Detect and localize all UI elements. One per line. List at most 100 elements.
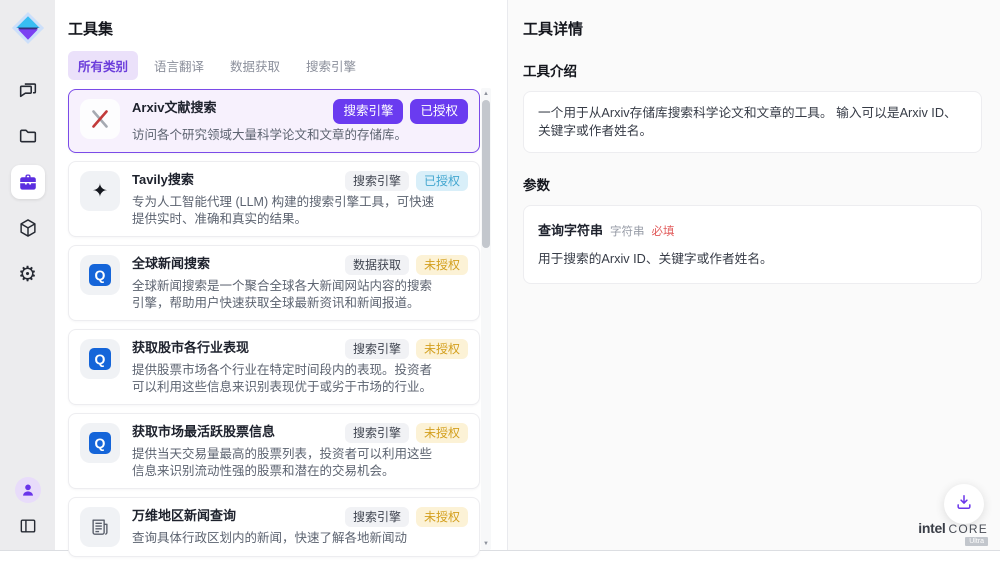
tool-card-list: Arxiv文献搜索搜索引擎已授权访问各个研究领域大量科学论文和文章的存储库。✦T… <box>68 89 480 557</box>
app-window: ⚙ 工具集 所有类别语言翻译数据获取搜索引擎 Arxiv文献搜索搜索引擎已授权访… <box>0 0 1000 551</box>
tools-panel-title: 工具集 <box>68 18 507 39</box>
parameter-type: 字符串 <box>610 223 645 239</box>
params-heading: 参数 <box>523 174 982 194</box>
tool-card-body: 获取市场最活跃股票信息 搜索引擎未授权提供当天交易量最高的股票列表，投资者可以利用… <box>132 423 468 479</box>
tool-title: 全球新闻搜索 <box>132 255 210 272</box>
tool-card-body: Tavily搜索 搜索引擎已授权专为人工智能代理 (LLM) 构建的搜索引擎工具，… <box>132 171 468 227</box>
category-badge: 搜索引擎 <box>333 99 403 124</box>
category-badge: 搜索引擎 <box>345 423 409 443</box>
tool-card-body: 万维地区新闻查询 搜索引擎未授权查询具体行政区划内的新闻，快速了解各地新闻动 <box>132 507 468 547</box>
auth-status-badge: 已授权 <box>410 99 468 124</box>
tool-card[interactable]: Q 获取市场最活跃股票信息 搜索引擎未授权提供当天交易量最高的股票列表，投资者可以利… <box>68 413 480 489</box>
tool-description: 提供股票市场各个行业在特定时间段内的表现。投资者可以利用这些信息来识别表现优于或… <box>132 362 437 395</box>
tool-details-panel: 工具详情 工具介绍 一个用于从Arxiv存储库搜索科学论文和文章的工具。 输入可… <box>508 0 1000 550</box>
tab-search-engine[interactable]: 搜索引擎 <box>296 51 366 80</box>
tool-description: 查询具体行政区划内的新闻，快速了解各地新闻动 <box>132 530 437 547</box>
tool-card-header: 全球新闻搜索 数据获取未授权 <box>132 255 468 275</box>
sidebar-collapse-button[interactable] <box>14 512 42 540</box>
tool-description: 提供当天交易量最高的股票列表，投资者可以利用这些信息来识别流动性强的股票和潜在的… <box>132 446 437 479</box>
parameter-description: 用于搜索的Arxiv ID、关键字或作者姓名。 <box>538 248 967 267</box>
profile-avatar[interactable] <box>15 477 41 503</box>
category-tabs: 所有类别语言翻译数据获取搜索引擎 <box>68 51 507 80</box>
tool-card-body: 全球新闻搜索 数据获取未授权全球新闻搜索是一个聚合全球各大新闻网站内容的搜索引擎，… <box>132 255 468 311</box>
tool-card-header: Tavily搜索 搜索引擎已授权 <box>132 171 468 191</box>
scroll-up-button[interactable]: ▲ <box>481 90 491 98</box>
scroll-down-button[interactable]: ▼ <box>481 540 491 548</box>
juhe-q-icon: Q <box>80 423 120 463</box>
chat-icon <box>17 79 39 101</box>
tool-card-header: Arxiv文献搜索 搜索引擎已授权 <box>132 99 468 124</box>
intel-product-text: CORE <box>949 522 988 536</box>
intel-core-logo: intel CORE Ultra <box>918 520 988 546</box>
details-title: 工具详情 <box>523 18 982 39</box>
tool-card-header: 万维地区新闻查询 搜索引擎未授权 <box>132 507 468 527</box>
category-badge: 搜索引擎 <box>345 171 409 191</box>
tool-title: Arxiv文献搜索 <box>132 99 217 116</box>
category-badge: 搜索引擎 <box>345 507 409 527</box>
tab-all-categories[interactable]: 所有类别 <box>68 51 138 80</box>
tool-badges: 搜索引擎已授权 <box>345 171 468 191</box>
tool-badges: 搜索引擎已授权 <box>333 99 468 124</box>
tool-badges: 搜索引擎未授权 <box>345 507 468 527</box>
category-badge: 搜索引擎 <box>345 339 409 359</box>
screen: ⚙ 工具集 所有类别语言翻译数据获取搜索引擎 Arxiv文献搜索搜索引擎已授权访… <box>0 0 1000 563</box>
auth-status-badge: 已授权 <box>416 171 468 191</box>
tool-description: 访问各个研究领域大量科学论文和文章的存储库。 <box>132 127 437 144</box>
sidebar-nav: ⚙ <box>11 73 45 291</box>
tool-card-header: 获取股市各行业表现 搜索引擎未授权 <box>132 339 468 359</box>
tool-title: 万维地区新闻查询 <box>132 507 236 524</box>
cube-icon <box>17 217 39 239</box>
tool-card-body: Arxiv文献搜索 搜索引擎已授权访问各个研究领域大量科学论文和文章的存储库。 <box>132 99 468 143</box>
auth-status-badge: 未授权 <box>416 339 468 359</box>
user-avatar-icon <box>20 482 36 498</box>
parameter-header: 查询字符串 字符串 必填 <box>538 220 967 239</box>
auth-status-badge: 未授权 <box>416 255 468 275</box>
juhe-q-icon: Q <box>80 255 120 295</box>
brand-diamond-logo <box>11 11 45 45</box>
folder-icon <box>17 125 39 147</box>
parameter-item: 查询字符串 字符串 必填 用于搜索的Arxiv ID、关键字或作者姓名。 <box>523 205 982 284</box>
tool-card-body: 获取股市各行业表现 搜索引擎未授权提供股票市场各个行业在特定时间段内的表现。投资者… <box>132 339 468 395</box>
tool-card[interactable]: ✦ Tavily搜索 搜索引擎已授权专为人工智能代理 (LLM) 构建的搜索引擎工具… <box>68 161 480 237</box>
sidebar-item-models[interactable] <box>11 211 45 245</box>
tool-badges: 数据获取未授权 <box>345 255 468 275</box>
sidebar-item-chat[interactable] <box>11 73 45 107</box>
list-scrollbar[interactable]: ▲ ▼ <box>481 88 491 550</box>
tool-title: 获取市场最活跃股票信息 <box>132 423 275 440</box>
sidebar: ⚙ <box>0 0 55 550</box>
tab-language-translation[interactable]: 语言翻译 <box>144 51 214 80</box>
tool-card[interactable]: 万维地区新闻查询 搜索引擎未授权查询具体行政区划内的新闻，快速了解各地新闻动 <box>68 497 480 557</box>
tool-card[interactable]: Q 获取股市各行业表现 搜索引擎未授权提供股票市场各个行业在特定时间段内的表现。投资… <box>68 329 480 405</box>
tool-description: 全球新闻搜索是一个聚合全球各大新闻网站内容的搜索引擎，帮助用户快速获取全球最新资… <box>132 278 437 311</box>
tool-badges: 搜索引擎未授权 <box>345 339 468 359</box>
tool-title: Tavily搜索 <box>132 171 194 188</box>
sidebar-item-files[interactable] <box>11 119 45 153</box>
category-badge: 数据获取 <box>345 255 409 275</box>
intel-brand-text: intel <box>918 520 945 536</box>
parameter-required-flag: 必填 <box>652 223 675 239</box>
scrollbar-thumb[interactable] <box>482 100 490 248</box>
gear-icon: ⚙ <box>18 264 37 285</box>
tool-description: 专为人工智能代理 (LLM) 构建的搜索引擎工具，可快速提供实时、准确和真实的结… <box>132 194 437 227</box>
auth-status-badge: 未授权 <box>416 423 468 443</box>
newspaper-icon <box>80 507 120 547</box>
tool-card[interactable]: Q 全球新闻搜索 数据获取未授权全球新闻搜索是一个聚合全球各大新闻网站内容的搜索引擎… <box>68 245 480 321</box>
panel-toggle-icon <box>18 516 38 536</box>
sidebar-bottom <box>14 477 42 540</box>
download-icon <box>954 492 974 517</box>
arxiv-x-icon <box>80 99 120 139</box>
tool-card[interactable]: Arxiv文献搜索 搜索引擎已授权访问各个研究领域大量科学论文和文章的存储库。 <box>68 89 480 153</box>
tab-data-fetch[interactable]: 数据获取 <box>220 51 290 80</box>
sidebar-item-settings[interactable]: ⚙ <box>11 257 45 291</box>
toolbox-icon <box>17 171 39 193</box>
intro-heading: 工具介绍 <box>523 60 982 80</box>
tool-card-header: 获取市场最活跃股票信息 搜索引擎未授权 <box>132 423 468 443</box>
download-button[interactable] <box>944 484 984 524</box>
intel-ultra-badge: Ultra <box>965 537 988 546</box>
tavily-star-icon: ✦ <box>80 171 120 211</box>
juhe-q-icon: Q <box>80 339 120 379</box>
tool-title: 获取股市各行业表现 <box>132 339 249 356</box>
intro-text-box: 一个用于从Arxiv存储库搜索科学论文和文章的工具。 输入可以是Arxiv ID… <box>523 91 982 153</box>
parameter-name: 查询字符串 <box>538 220 603 239</box>
sidebar-item-tools[interactable] <box>11 165 45 199</box>
